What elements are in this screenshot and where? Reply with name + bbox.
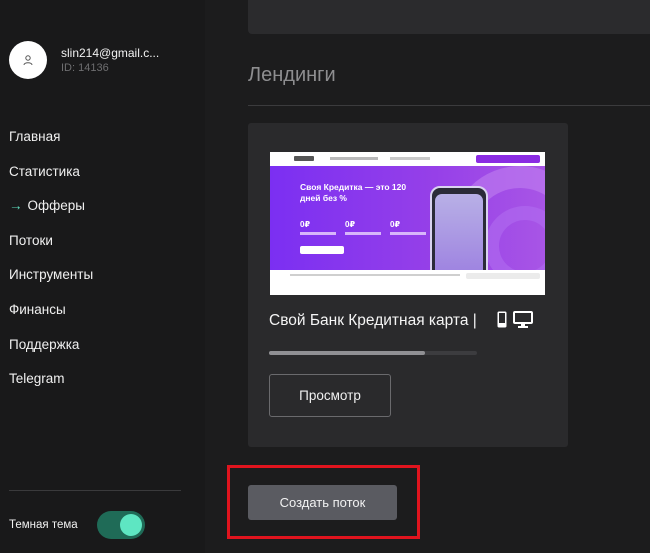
preview-stat: 0₽ — [345, 220, 389, 235]
preview-cta-header — [476, 155, 540, 163]
preview-menu — [390, 157, 430, 160]
preview-stat-value: 0₽ — [390, 220, 401, 229]
preview-header — [270, 152, 545, 166]
preview-hero: Своя Кредитка — это 120 дней без % 0₽ 0₽… — [270, 166, 545, 295]
sidebar-item-label: Главная — [9, 129, 61, 144]
sidebar-nav: Главная Статистика → Офферы Потоки Инстру… — [9, 128, 93, 405]
preview-stat-value: 0₽ — [345, 220, 356, 229]
dark-theme-toggle[interactable] — [97, 511, 145, 539]
user-profile[interactable]: slin214@gmail.c... ID: 14136 — [9, 41, 159, 79]
preview-stat: 0₽ — [300, 220, 344, 235]
user-id: ID: 14136 — [61, 61, 109, 74]
sidebar-item-label: Финансы — [9, 301, 66, 317]
landing-preview-image[interactable]: Своя Кредитка — это 120 дней без % 0₽ 0₽… — [270, 152, 545, 295]
preview-logo — [294, 156, 314, 161]
sidebar-item-label: Потоки — [9, 232, 53, 248]
sidebar-divider — [9, 490, 181, 491]
sidebar-item-home[interactable]: Главная — [9, 128, 93, 163]
landing-progress-bar — [269, 351, 477, 355]
top-card — [248, 0, 650, 34]
preview-cta — [300, 246, 344, 254]
preview-stat-value: 0₽ — [300, 220, 311, 229]
sidebar-item-tools[interactable]: Инструменты — [9, 266, 93, 301]
sidebar: slin214@gmail.c... ID: 14136 Главная Ста… — [0, 0, 205, 553]
avatar[interactable] — [9, 41, 47, 79]
mobile-icon — [497, 311, 507, 328]
sidebar-item-label: Telegram — [9, 371, 65, 387]
sidebar-item-support[interactable]: Поддержка — [9, 336, 93, 371]
sidebar-item-label: Статистика — [9, 163, 80, 179]
user-email: slin214@gmail.c... — [61, 45, 160, 60]
sidebar-item-offers[interactable]: → Офферы — [9, 197, 93, 232]
preview-footer — [270, 270, 545, 295]
main-content: Лендинги Своя Кредитка — это 120 дней бе… — [205, 0, 650, 553]
landing-card: Своя Кредитка — это 120 дней без % 0₽ 0₽… — [248, 123, 568, 447]
sidebar-item-telegram[interactable]: Telegram — [9, 370, 93, 405]
user-icon — [23, 55, 33, 66]
device-icons — [497, 311, 533, 328]
sidebar-item-streams[interactable]: Потоки — [9, 232, 93, 267]
sidebar-item-finance[interactable]: Финансы — [9, 301, 93, 336]
toggle-knob — [120, 514, 142, 536]
theme-toggle-row: Темная тема — [9, 511, 145, 539]
create-stream-button[interactable]: Создать поток — [248, 485, 397, 520]
sidebar-item-label: Инструменты — [9, 267, 94, 283]
arrow-right-icon: → — [9, 198, 23, 214]
sidebar-item-label: Поддержка — [9, 336, 80, 352]
section-title: Лендинги — [248, 64, 336, 86]
sidebar-item-statistics[interactable]: Статистика — [9, 163, 93, 198]
landing-name: Свой Банк Кредитная карта | — [269, 312, 477, 329]
preview-headline: Своя Кредитка — это 120 дней без % — [300, 182, 407, 203]
theme-label: Темная тема — [9, 519, 78, 531]
section-divider — [248, 105, 650, 106]
view-button[interactable]: Просмотр — [269, 374, 391, 417]
sidebar-item-label: Офферы — [27, 198, 85, 214]
progress-fill — [269, 351, 425, 355]
desktop-icon — [513, 311, 533, 328]
preview-menu — [330, 157, 378, 160]
preview-stat: 0₽ — [390, 220, 434, 235]
